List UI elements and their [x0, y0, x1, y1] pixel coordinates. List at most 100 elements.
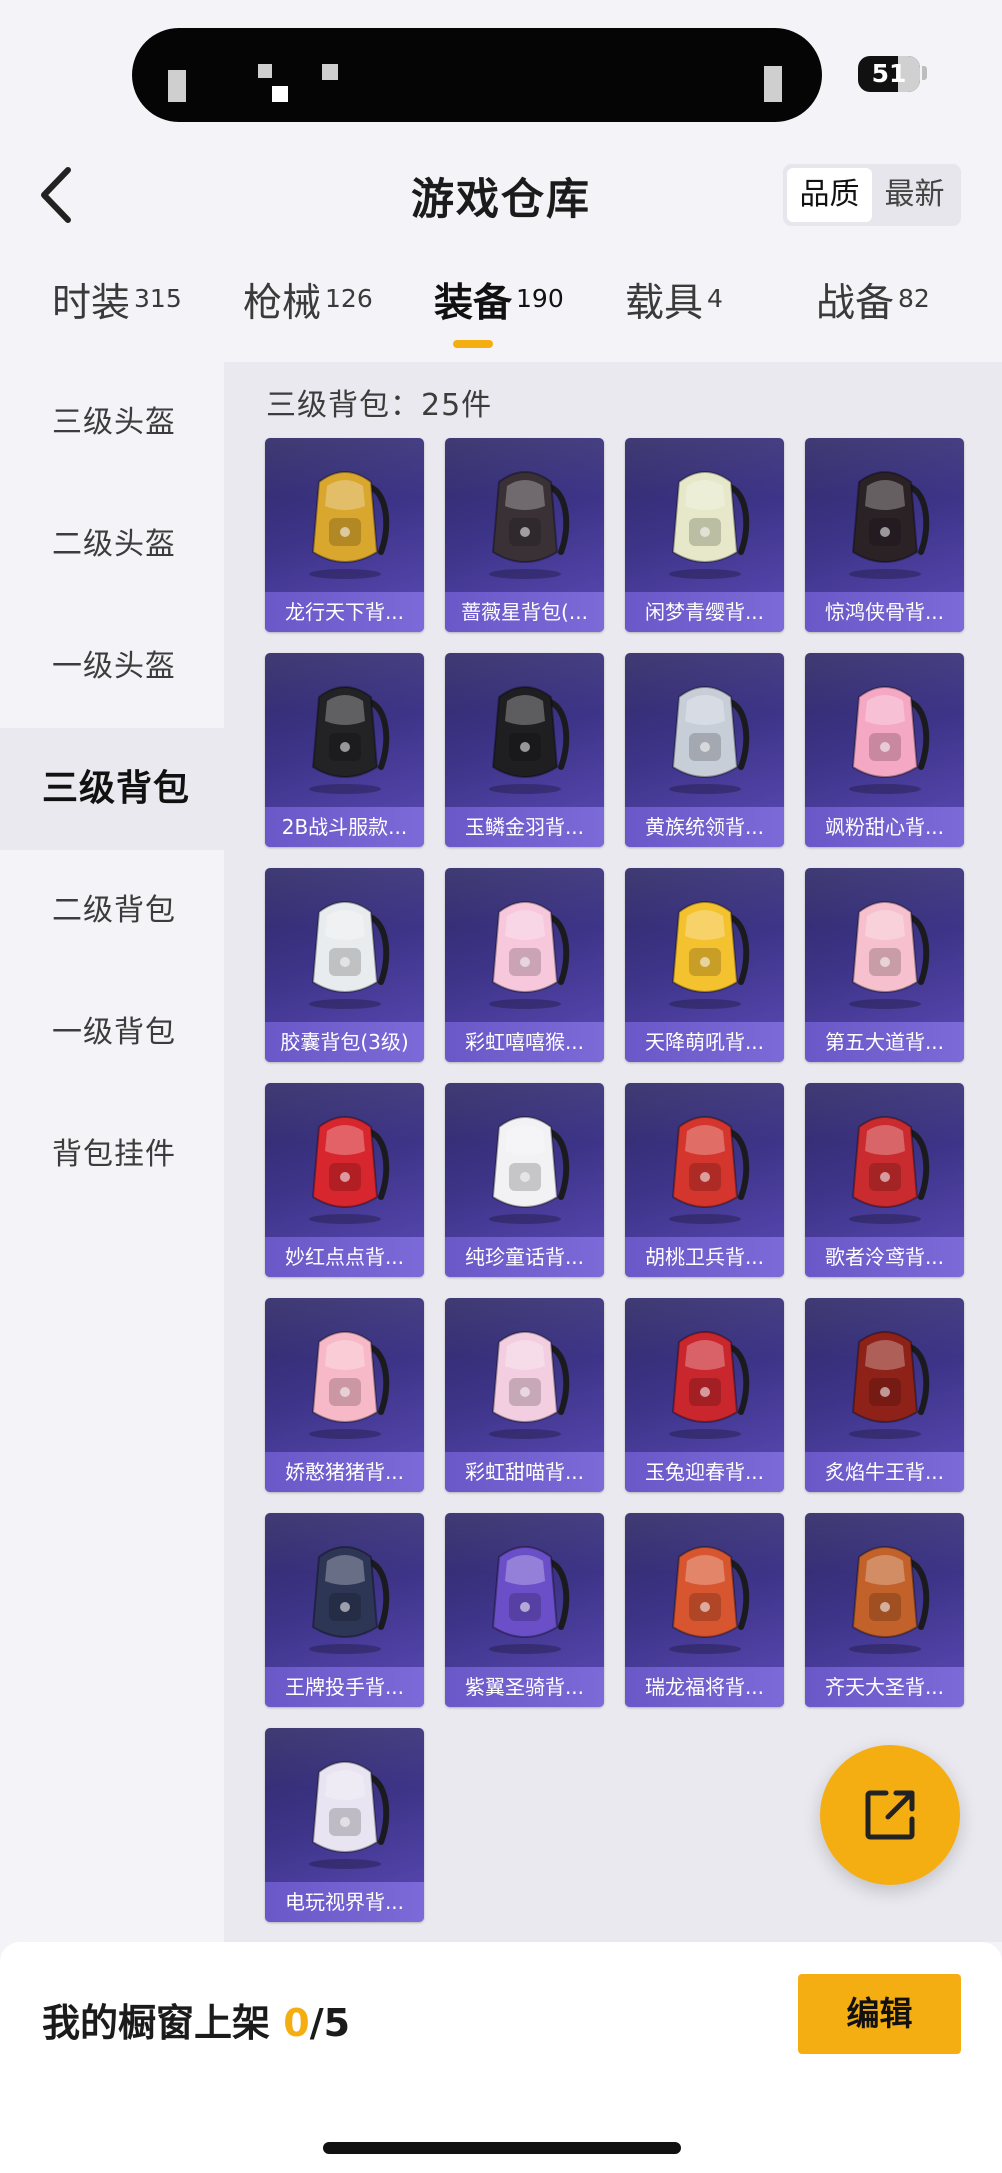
fifth-avenue-backpack-icon [829, 886, 941, 1010]
item-card[interactable]: 炙焰牛王背... [805, 1298, 964, 1492]
item-card[interactable]: 彩虹甜喵背... [445, 1298, 604, 1492]
tab-equipment[interactable]: 装备 190 [434, 272, 564, 362]
category-tabs: 时装 315 枪械 126 装备 190 载具 4 战备 82 [0, 272, 1002, 362]
item-card[interactable]: 天降萌吼背... [625, 868, 784, 1062]
item-name: 胶囊背包(3级) [265, 1022, 424, 1062]
item-card[interactable]: 玉鳞金羽背... [445, 653, 604, 847]
item-name: 蔷薇星背包(... [445, 592, 604, 632]
singer-backpack-icon [829, 1101, 941, 1225]
item-card[interactable]: 惊鸿侠骨背... [805, 438, 964, 632]
piggy-backpack-icon [289, 1316, 401, 1440]
item-card[interactable]: 第五大道背... [805, 868, 964, 1062]
showcase-current: 0 [283, 2001, 310, 2045]
item-name: 第五大道背... [805, 1022, 964, 1062]
item-name: 紫翼圣骑背... [445, 1667, 604, 1707]
item-card[interactable]: 2B战斗服款... [265, 653, 424, 847]
item-card[interactable]: 蔷薇星背包(... [445, 438, 604, 632]
item-card[interactable]: 飒粉甜心背... [805, 653, 964, 847]
item-card[interactable]: 齐天大圣背... [805, 1513, 964, 1707]
jade-rabbit-backpack-icon [649, 1316, 761, 1440]
bull-king-backpack-icon [829, 1316, 941, 1440]
dream-backpack-icon [649, 456, 761, 580]
item-card[interactable]: 胶囊背包(3级) [265, 868, 424, 1062]
item-card[interactable]: 胡桃卫兵背... [625, 1083, 784, 1277]
capsule-backpack-icon [289, 886, 401, 1010]
2b-backpack-icon [289, 671, 401, 795]
sort-by-quality[interactable]: 品质 [787, 168, 872, 222]
item-card[interactable]: 瑞龙福将背... [625, 1513, 784, 1707]
redaction-pixel [272, 86, 288, 102]
rainbow-cat-backpack-icon [469, 1316, 581, 1440]
sort-by-newest[interactable]: 最新 [872, 168, 957, 222]
sidebar-item-level2-helmet[interactable]: 二级头盔 [0, 484, 224, 606]
tab-label: 枪械 [243, 281, 322, 326]
share-button[interactable] [820, 1745, 960, 1885]
sidebar: 三级头盔 二级头盔 一级头盔 三级背包 二级背包 一级背包 背包挂件 [0, 362, 224, 1942]
item-card[interactable]: 电玩视界背... [265, 1728, 424, 1922]
item-name: 电玩视界背... [265, 1882, 424, 1922]
item-name: 彩虹嘻嘻猴... [445, 1022, 604, 1062]
bottom-bar: 我的橱窗上架 0/5 编辑 [0, 1942, 1002, 2173]
item-card[interactable]: 娇憨猪猪背... [265, 1298, 424, 1492]
pink-sweet-backpack-icon [829, 671, 941, 795]
sidebar-item-level3-backpack[interactable]: 三级背包 [0, 728, 224, 850]
nutcracker-backpack-icon [649, 1101, 761, 1225]
item-card[interactable]: 王牌投手背... [265, 1513, 424, 1707]
item-card[interactable]: 彩虹嘻嘻猴... [445, 868, 604, 1062]
battery-level: 51 [871, 59, 907, 88]
item-card[interactable]: 紫翼圣骑背... [445, 1513, 604, 1707]
ace-pitcher-backpack-icon [289, 1531, 401, 1655]
share-external-icon [865, 1790, 915, 1840]
item-name: 歌者泠鸢背... [805, 1237, 964, 1277]
item-name: 炙焰牛王背... [805, 1452, 964, 1492]
sidebar-item-level3-helmet[interactable]: 三级头盔 [0, 362, 224, 484]
item-name: 齐天大圣背... [805, 1667, 964, 1707]
item-name: 黄族统领背... [625, 807, 784, 847]
sort-toggle[interactable]: 品质 最新 [783, 164, 961, 226]
tab-supplies[interactable]: 战备 82 [816, 272, 930, 362]
item-name: 惊鸿侠骨背... [805, 592, 964, 632]
monkey-king-backpack-icon [829, 1531, 941, 1655]
tab-count: 82 [898, 284, 930, 313]
tab-vehicles[interactable]: 载具 4 [625, 272, 723, 362]
tab-count: 315 [134, 284, 182, 313]
redaction-pixel [168, 70, 186, 102]
cute-roar-backpack-icon [649, 886, 761, 1010]
item-card[interactable]: 龙行天下背... [265, 438, 424, 632]
item-name: 玉兔迎春背... [625, 1452, 784, 1492]
item-card[interactable]: 歌者泠鸢背... [805, 1083, 964, 1277]
item-name: 飒粉甜心背... [805, 807, 964, 847]
item-grid: 龙行天下背... 蔷薇星背包(... 闲梦青缨背... 惊鸿侠骨背... 2B战斗服款.… [265, 438, 985, 1922]
sidebar-item-level1-backpack[interactable]: 一级背包 [0, 972, 224, 1094]
sidebar-item-level2-backpack[interactable]: 二级背包 [0, 850, 224, 972]
item-card[interactable]: 妙红点点背... [265, 1083, 424, 1277]
item-name: 龙行天下背... [265, 592, 424, 632]
commander-backpack-icon [649, 671, 761, 795]
item-name: 彩虹甜喵背... [445, 1452, 604, 1492]
item-name: 闲梦青缨背... [625, 592, 784, 632]
sidebar-item-level1-helmet[interactable]: 一级头盔 [0, 606, 224, 728]
battery-icon: 51 [858, 56, 920, 92]
rose-star-backpack-icon [469, 456, 581, 580]
tab-count: 126 [325, 284, 373, 313]
tab-firearms[interactable]: 枪械 126 [243, 272, 373, 362]
fairy-tale-backpack-icon [469, 1101, 581, 1225]
tab-fashion[interactable]: 时装 315 [52, 272, 182, 362]
item-card[interactable]: 闲梦青缨背... [625, 438, 784, 632]
tab-label: 战备 [816, 281, 895, 326]
tab-label: 时装 [52, 281, 131, 326]
item-card[interactable]: 黄族统领背... [625, 653, 784, 847]
item-name: 纯珍童话背... [445, 1237, 604, 1277]
edit-button[interactable]: 编辑 [798, 1974, 961, 2054]
sidebar-item-backpack-charm[interactable]: 背包挂件 [0, 1094, 224, 1216]
gamer-backpack-icon [289, 1746, 401, 1870]
item-name: 天降萌吼背... [625, 1022, 784, 1062]
item-name: 娇憨猪猪背... [265, 1452, 424, 1492]
redaction-pixel [764, 66, 782, 102]
item-card[interactable]: 玉兔迎春背... [625, 1298, 784, 1492]
redaction-pixel [322, 64, 338, 80]
home-indicator [323, 2142, 681, 2154]
redaction-pixel [258, 64, 272, 78]
lucky-dragon-backpack-icon [649, 1531, 761, 1655]
item-card[interactable]: 纯珍童话背... [445, 1083, 604, 1277]
